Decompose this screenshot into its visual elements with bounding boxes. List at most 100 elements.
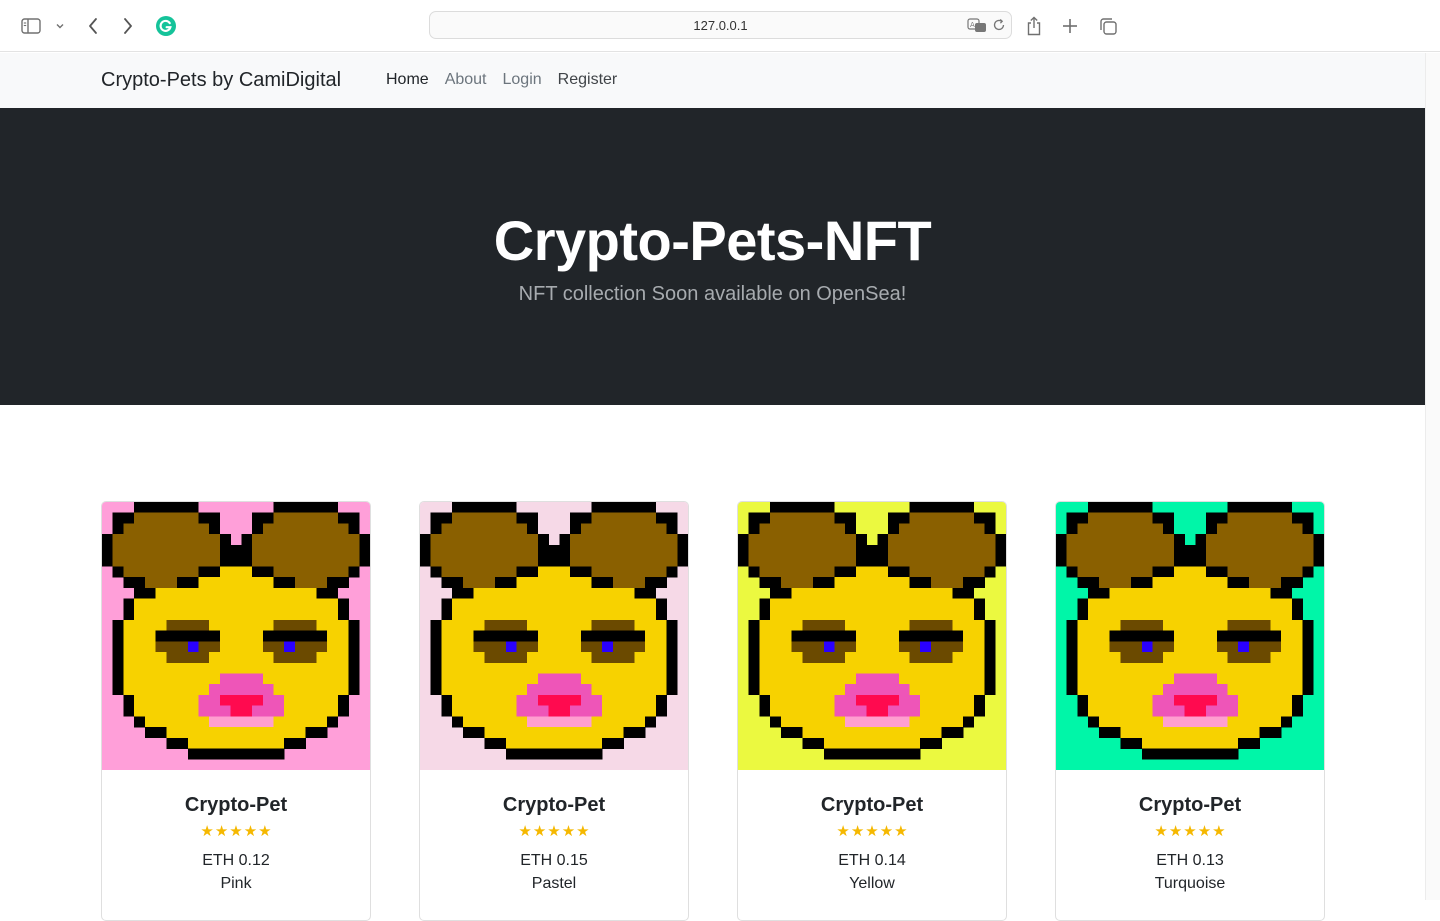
pet-pixel [316, 641, 328, 653]
pet-pixel [505, 523, 517, 535]
pet-pixel [327, 694, 339, 706]
pet-pixel [316, 534, 328, 546]
pet-pixel [866, 619, 878, 631]
pet-pixel [1270, 652, 1282, 664]
pet-card[interactable]: Crypto-Pet ★ ★ ★ ★ ★ ETH 0.14 Yellow [737, 501, 1007, 921]
pet-pixel [1109, 566, 1121, 578]
pet-pixel [316, 630, 328, 642]
pet-pixel [748, 566, 760, 578]
star-icon: ★ [1154, 823, 1168, 840]
pet-pixel [1302, 652, 1314, 664]
pet-pixel [780, 619, 792, 631]
pet-pixel [198, 641, 210, 653]
pet-pixel [505, 641, 517, 653]
pet-pixel [963, 523, 975, 535]
pet-pixel [495, 716, 506, 728]
pet-pixel [316, 555, 328, 567]
back-icon[interactable] [84, 14, 102, 38]
pet-pixel [273, 641, 285, 653]
pet-pixel [1098, 619, 1110, 631]
pet-pixel [973, 512, 985, 524]
pet-pixel [1141, 662, 1153, 674]
tabs-overview-icon[interactable] [1098, 14, 1118, 38]
pet-pixel [505, 555, 517, 567]
pet-pixel [780, 544, 792, 556]
pet-pixel [602, 694, 614, 706]
pet-pixel [1066, 566, 1078, 578]
card-price: ETH 0.12 [202, 852, 270, 869]
pet-pixel [1227, 619, 1239, 631]
pet-pixel [602, 737, 614, 749]
pet-pixel [1302, 673, 1314, 685]
pet-pixel [112, 641, 124, 653]
reload-icon[interactable] [992, 18, 1006, 32]
pet-pixel [920, 641, 932, 653]
grammarly-icon[interactable] [155, 14, 177, 38]
pet-pixel [441, 641, 453, 653]
pet-pixel [1152, 587, 1164, 599]
translate-icon[interactable]: A [967, 18, 987, 33]
pet-pixel [1238, 555, 1250, 567]
pet-pixel [623, 598, 635, 610]
pet-pixel [262, 587, 274, 599]
pet-pixel [1163, 684, 1175, 696]
pet-pixel [348, 566, 360, 578]
pet-pixel [570, 727, 582, 739]
pet-pixel [1281, 566, 1293, 578]
pet-pixel [1173, 587, 1185, 599]
pet-pixel [920, 737, 932, 749]
pet-image [102, 502, 370, 770]
pet-pixel [198, 716, 210, 728]
pet-pixel [166, 544, 178, 556]
pet-pixel [570, 737, 582, 749]
pet-pixel [548, 694, 560, 706]
pet-pixel [337, 512, 349, 524]
pet-pixel [1281, 684, 1293, 696]
pet-pixel [1259, 673, 1271, 685]
pet-pixel [845, 587, 857, 599]
forward-icon[interactable] [119, 14, 137, 38]
nav-home[interactable]: Home [386, 71, 429, 89]
nav-register[interactable]: Register [558, 71, 618, 89]
pet-pixel [759, 673, 771, 685]
brand-link[interactable]: Crypto-Pets by CamiDigital [101, 69, 341, 92]
pet-pixel [505, 577, 517, 588]
pet-card[interactable]: Crypto-Pet ★ ★ ★ ★ ★ ETH 0.12 Pink [101, 501, 371, 921]
pet-pixel [241, 641, 253, 653]
page-scrollbar[interactable] [1425, 53, 1440, 900]
pet-pixel [984, 662, 996, 674]
pet-pixel [1259, 544, 1271, 556]
pet-pixel [1227, 727, 1239, 739]
pet-pixel [1088, 512, 1100, 524]
pet-pixel [845, 534, 857, 546]
pet-pixel [898, 523, 910, 535]
pet-pixel [1216, 555, 1228, 567]
pet-pixel [219, 641, 231, 653]
pet-pixel [845, 555, 857, 567]
pet-pixel [995, 555, 1006, 567]
nav-login[interactable]: Login [503, 71, 542, 89]
url-text: 127.0.0.1 [693, 18, 748, 33]
pet-pixel [1152, 737, 1164, 749]
pet-card[interactable]: Crypto-Pet ★ ★ ★ ★ ★ ETH 0.15 Pastel [419, 501, 689, 921]
pet-pixel [294, 577, 306, 588]
card-color: Pastel [531, 875, 577, 892]
nav-about[interactable]: About [445, 71, 487, 89]
pet-pixel [612, 512, 624, 524]
sidebar-icon[interactable] [20, 14, 42, 38]
share-icon[interactable] [1025, 14, 1043, 38]
pet-pixel [177, 512, 188, 524]
chevron-down-icon[interactable] [54, 14, 66, 38]
new-tab-icon[interactable] [1061, 14, 1079, 38]
hero-section: Crypto-Pets-NFT NFT collection Soon avai… [0, 108, 1425, 405]
pet-pixel [834, 727, 846, 739]
pet-pixel [1248, 598, 1260, 610]
pet-card[interactable]: Crypto-Pet ★ ★ ★ ★ ★ ETH 0.13 Turquoise [1055, 501, 1325, 921]
pet-pixel [645, 523, 657, 535]
pet-pixel [430, 619, 442, 631]
address-bar[interactable]: 127.0.0.1 A [429, 11, 1012, 39]
pet-pixel [655, 598, 667, 610]
pet-pixel [602, 587, 614, 599]
pet-pixel [877, 566, 889, 578]
pet-pixel [1120, 652, 1132, 664]
